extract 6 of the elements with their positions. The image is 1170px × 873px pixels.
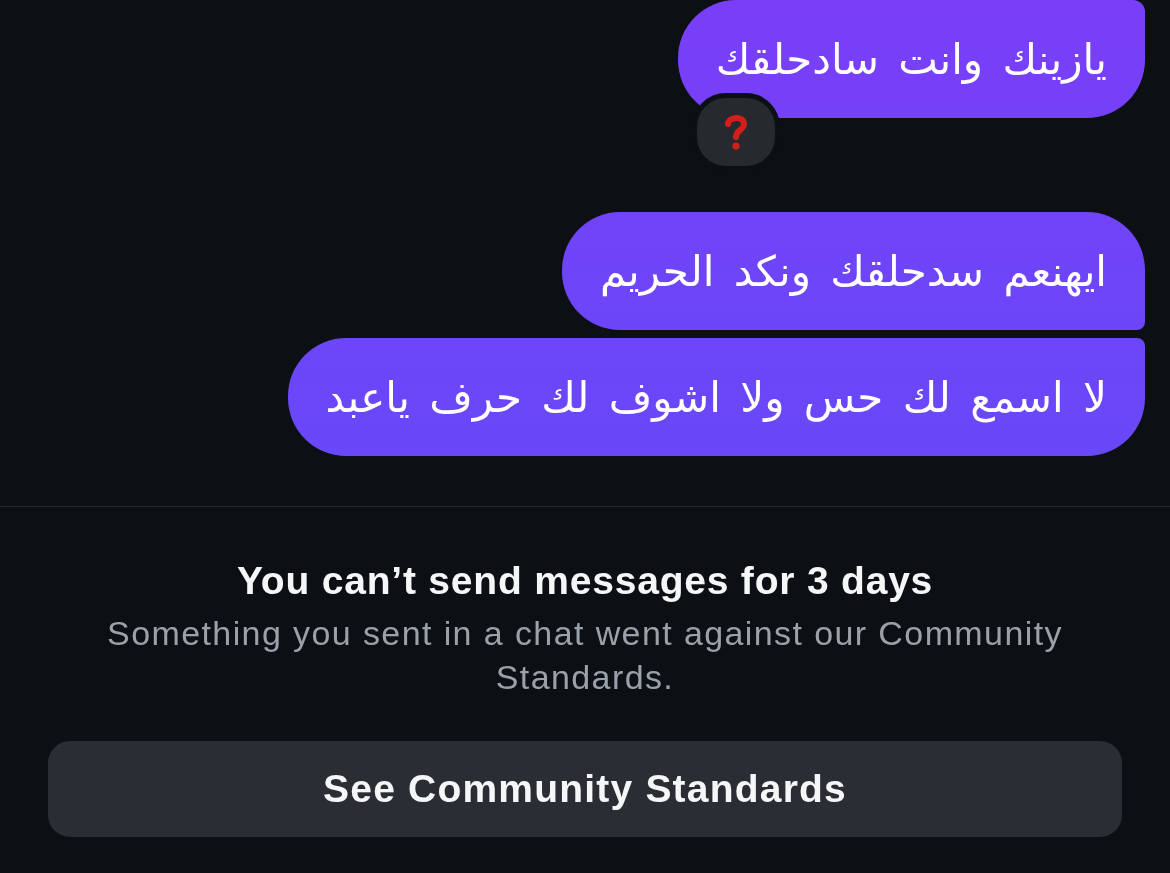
notice-description: Something you sent in a chat went against our Community Standards. <box>106 613 1064 698</box>
see-community-standards-button[interactable]: See Community Standards <box>48 741 1122 837</box>
notice-title: You can’t send messages for 3 days <box>236 559 934 603</box>
message-text: ايهنعم سدحلقك ونكد الحريم <box>600 246 1107 296</box>
message-text: يازينك وانت سادحلقك <box>715 34 1107 84</box>
message-text: لا اسمع لك حس ولا اشوف لك حرف ياعبد <box>325 372 1107 422</box>
